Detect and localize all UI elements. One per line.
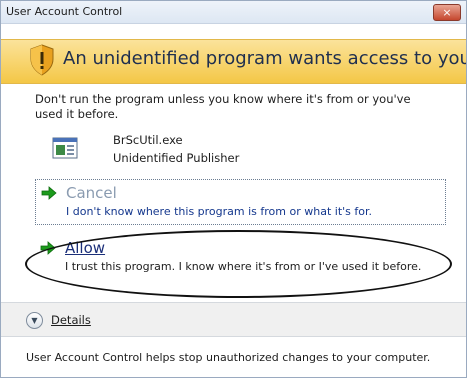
details-link[interactable]: Details: [51, 313, 91, 327]
details-section: ▼ Details: [1, 302, 466, 337]
footer-text: User Account Control helps stop unauthor…: [26, 351, 431, 364]
program-icon: [52, 137, 78, 159]
cancel-option-description: I don't know where this program is from …: [66, 205, 373, 218]
warning-banner: An unidentified program wants access to …: [1, 39, 466, 84]
green-arrow-icon: [41, 186, 57, 200]
close-button[interactable]: ×: [433, 4, 461, 21]
chevron-down-icon[interactable]: ▼: [26, 312, 43, 329]
cancel-option-button[interactable]: Cancel I don't know where this program i…: [35, 179, 446, 225]
footer: User Account Control helps stop unauthor…: [1, 336, 466, 377]
uac-dialog: User Account Control × An unidentified p…: [0, 0, 467, 378]
allow-option-title: Allow: [65, 239, 106, 257]
allow-option-description: I trust this program. I know where it's …: [65, 260, 422, 273]
shield-warning-icon: [30, 44, 54, 76]
warning-message: Don't run the program unless you know wh…: [35, 92, 411, 121]
banner-heading: An unidentified program wants access to …: [63, 48, 466, 69]
title-bar: User Account Control ×: [1, 1, 466, 24]
program-name: BrScUtil.exe: [113, 133, 183, 147]
green-arrow-icon: [40, 241, 56, 255]
window-title: User Account Control: [6, 5, 123, 18]
allow-option-button[interactable]: Allow I trust this program. I know where…: [35, 235, 444, 279]
program-publisher: Unidentified Publisher: [113, 151, 240, 165]
cancel-option-title: Cancel: [66, 184, 117, 202]
